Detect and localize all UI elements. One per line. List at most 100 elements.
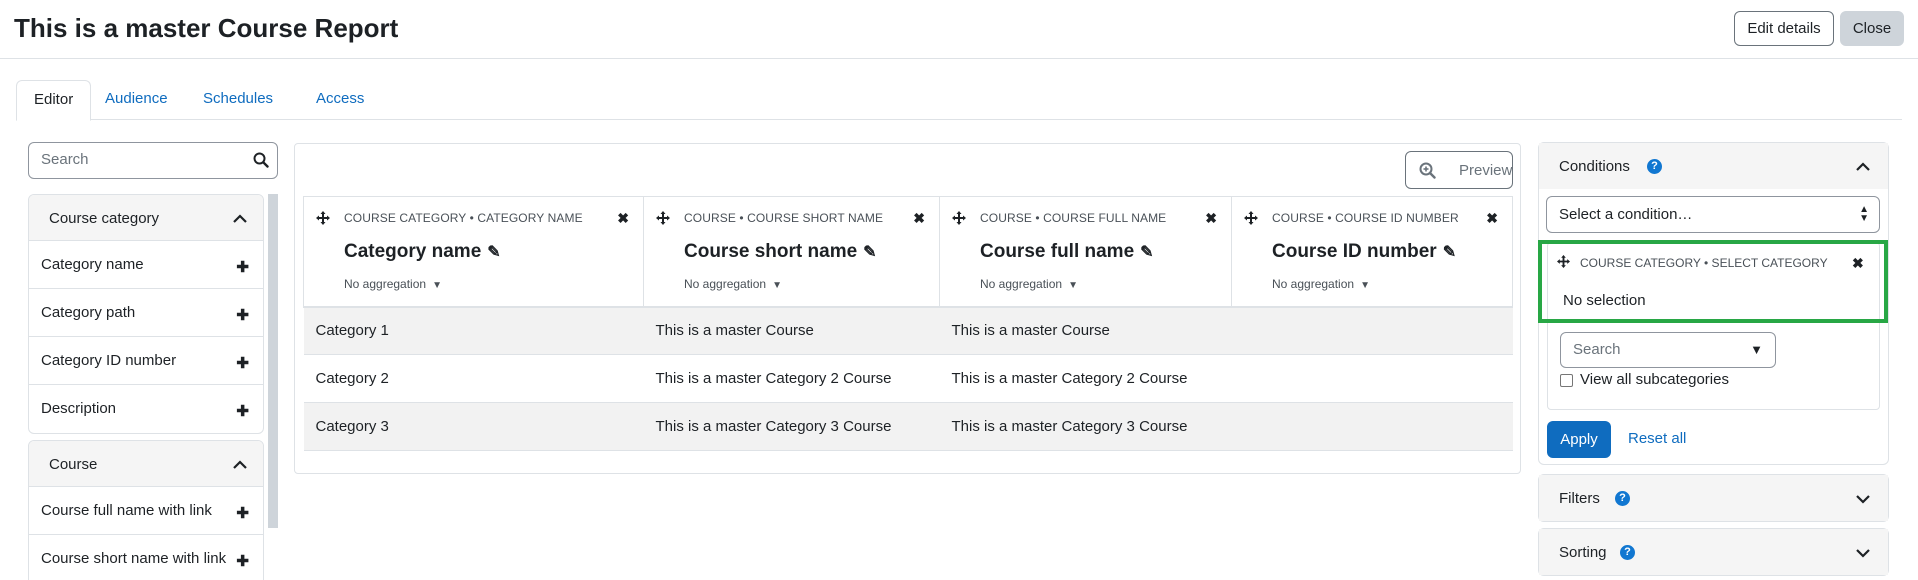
close-icon[interactable]: ✖ (617, 210, 629, 227)
aggregation-dropdown[interactable]: No aggregation ▼ (684, 277, 782, 291)
table-cell (1231, 354, 1513, 403)
table-cell: This is a master Category 2 Course (643, 354, 940, 403)
column-title-text: Course full name (980, 241, 1135, 262)
caret-down-icon[interactable]: ▼ (1750, 342, 1763, 357)
column-source-label: COURSE • COURSE SHORT NAME (684, 211, 884, 225)
sidebar-group-header[interactable]: Course category (29, 195, 263, 241)
aggregation-dropdown[interactable]: No aggregation ▼ (344, 277, 442, 291)
table-cell: This is a master Category 3 Course (643, 402, 940, 451)
select-arrows-icon: ▲ ▼ (1859, 204, 1869, 224)
sorting-panel: Sorting ? (1538, 528, 1889, 576)
chevron-up-icon[interactable] (233, 457, 247, 474)
category-search-input[interactable] (1573, 341, 1733, 358)
chevron-up-icon[interactable] (233, 211, 247, 228)
column-title[interactable]: Course ID number ✎ (1272, 241, 1456, 263)
preview-label: Preview (1459, 162, 1513, 179)
conditions-title: Conditions (1559, 158, 1630, 175)
sidebar-search-input[interactable] (41, 151, 241, 168)
preview-button[interactable]: Preview (1405, 151, 1513, 189)
aggregation-value: No aggregation (980, 277, 1063, 291)
aggregation-dropdown[interactable]: No aggregation ▼ (980, 277, 1078, 291)
sorting-header[interactable]: Sorting ? (1539, 529, 1888, 575)
filters-header[interactable]: Filters ? (1539, 475, 1888, 521)
close-icon[interactable]: ✖ (1486, 210, 1498, 227)
help-icon[interactable]: ? (1615, 491, 1630, 506)
pencil-icon[interactable]: ✎ (863, 244, 876, 261)
apply-button[interactable]: Apply (1547, 421, 1611, 458)
filters-panel: Filters ? (1538, 474, 1889, 522)
close-icon[interactable]: ✖ (913, 210, 925, 227)
column-header-course-short-name: COURSE • COURSE SHORT NAME ✖ Course shor… (643, 196, 940, 308)
sidebar-group-header[interactable]: Course (29, 441, 263, 487)
pencil-icon[interactable]: ✎ (1443, 244, 1456, 261)
view-all-subcategories-label: View all subcategories (1580, 371, 1729, 388)
chevron-down-icon[interactable] (1856, 545, 1870, 562)
sidebar-scrollbar[interactable] (268, 194, 278, 528)
zoom-in-icon (1419, 162, 1436, 183)
move-icon[interactable] (656, 211, 670, 229)
sidebar-item-category-path[interactable]: Category path ✚ (29, 289, 263, 337)
tab-access[interactable]: Access (299, 80, 381, 120)
table-cell: Category 1 (303, 306, 644, 355)
close-icon[interactable]: ✖ (1205, 210, 1217, 227)
table-cell: Category 2 (303, 354, 644, 403)
table-cell (1231, 306, 1513, 355)
sidebar-item-label: Category ID number (41, 352, 177, 369)
table-cell: This is a master Category 2 Course (939, 354, 1232, 403)
tab-audience[interactable]: Audience (88, 80, 185, 120)
sidebar-item-label: Course full name with link (41, 502, 212, 519)
table-row: Category 1 This is a master Course This … (303, 306, 1513, 355)
sidebar-item-label: Course short name with link (41, 550, 227, 567)
help-icon[interactable]: ? (1620, 545, 1635, 560)
sidebar-item-description[interactable]: Description ✚ (29, 385, 263, 433)
column-header-course-full-name: COURSE • COURSE FULL NAME ✖ Course full … (939, 196, 1232, 308)
sidebar-search[interactable] (28, 142, 278, 179)
column-source-label: COURSE • COURSE ID NUMBER (1272, 211, 1459, 225)
sidebar-item-course-full-name-with-link[interactable]: Course full name with link ✚ (29, 487, 263, 535)
plus-icon[interactable]: ✚ (236, 354, 249, 372)
close-button[interactable]: Close (1840, 11, 1904, 46)
search-icon[interactable] (253, 152, 269, 172)
reset-all-link[interactable]: Reset all (1628, 430, 1686, 447)
plus-icon[interactable]: ✚ (236, 306, 249, 324)
condition-select[interactable]: Select a condition… ▲ ▼ (1546, 196, 1880, 233)
pencil-icon[interactable]: ✎ (1140, 244, 1153, 261)
move-icon[interactable] (316, 211, 330, 229)
plus-icon[interactable]: ✚ (236, 402, 249, 420)
edit-details-button[interactable]: Edit details (1734, 11, 1834, 46)
plus-icon[interactable]: ✚ (236, 504, 249, 522)
column-title[interactable]: Category name ✎ (344, 241, 501, 263)
pencil-icon[interactable]: ✎ (487, 244, 500, 261)
category-search-select[interactable]: ▼ (1560, 332, 1776, 368)
filters-title: Filters (1559, 490, 1600, 507)
plus-icon[interactable]: ✚ (236, 552, 249, 570)
column-header-course-id-number: COURSE • COURSE ID NUMBER ✖ Course ID nu… (1231, 196, 1513, 308)
tab-schedules[interactable]: Schedules (186, 80, 290, 120)
column-header-category-name: COURSE CATEGORY • CATEGORY NAME ✖ Catego… (303, 196, 644, 308)
conditions-header[interactable]: Conditions ? (1539, 143, 1888, 189)
column-title-text: Course ID number (1272, 241, 1437, 262)
plus-icon[interactable]: ✚ (236, 258, 249, 276)
column-title[interactable]: Course short name ✎ (684, 241, 877, 263)
caret-down-icon: ▼ (432, 280, 442, 291)
page-header: This is a master Course Report Edit deta… (0, 0, 1918, 59)
report-table: COURSE CATEGORY • CATEGORY NAME ✖ Catego… (303, 196, 1513, 451)
sidebar-item-label: Category path (41, 304, 136, 321)
aggregation-value: No aggregation (684, 277, 767, 291)
aggregation-value: No aggregation (1272, 277, 1355, 291)
view-all-subcategories-checkbox[interactable] (1560, 374, 1573, 387)
sidebar-item-course-short-name-with-link[interactable]: Course short name with link ✚ (29, 535, 263, 580)
sidebar-item-category-name[interactable]: Category name ✚ (29, 241, 263, 289)
aggregation-value: No aggregation (344, 277, 427, 291)
chevron-up-icon[interactable] (1856, 159, 1870, 176)
help-icon[interactable]: ? (1647, 159, 1662, 174)
tab-editor[interactable]: Editor (16, 80, 92, 121)
sidebar-item-label: Category name (41, 256, 144, 273)
table-row: Category 3 This is a master Category 3 C… (303, 402, 1513, 451)
aggregation-dropdown[interactable]: No aggregation ▼ (1272, 277, 1370, 291)
sidebar-item-category-id-number[interactable]: Category ID number ✚ (29, 337, 263, 385)
column-title[interactable]: Course full name ✎ (980, 241, 1154, 263)
move-icon[interactable] (952, 211, 966, 229)
chevron-down-icon[interactable] (1856, 491, 1870, 508)
move-icon[interactable] (1244, 211, 1258, 229)
